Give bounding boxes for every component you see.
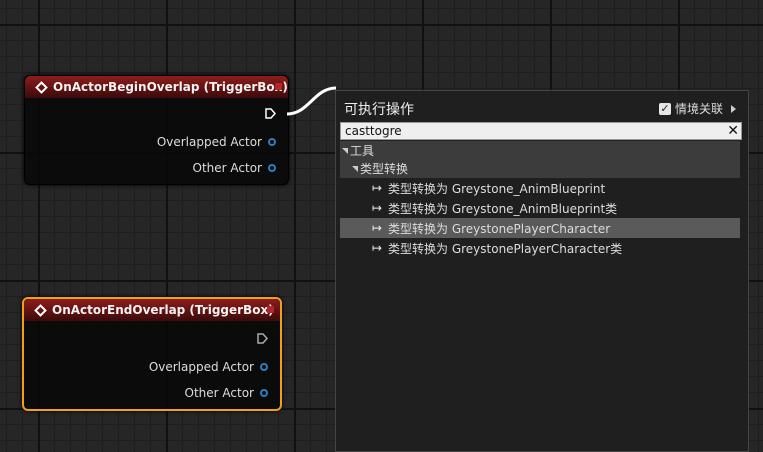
node-header[interactable]: OnActorEndOverlap (TriggerBox)	[24, 299, 280, 321]
exec-out-pin-icon[interactable]	[265, 108, 276, 119]
node-title: OnActorEndOverlap (TriggerBox)	[52, 303, 274, 317]
category-casting[interactable]: 类型转换	[340, 159, 740, 178]
pin-other-actor[interactable]: Other Actor	[193, 161, 276, 175]
action-item[interactable]: ↦ 类型转换为 Greystone_AnimBlueprint类	[340, 198, 740, 218]
delegate-pin-icon[interactable]	[275, 83, 282, 90]
action-label: 类型转换为 Greystone_AnimBlueprint类	[388, 201, 618, 216]
cast-arrow-icon: ↦	[372, 241, 383, 255]
action-item[interactable]: ↦ 类型转换为 Greystone_AnimBlueprint	[340, 178, 740, 198]
pin-label: Other Actor	[184, 386, 254, 400]
event-node-begin-overlap[interactable]: OnActorBeginOverlap (TriggerBox) Overlap…	[24, 75, 289, 185]
pin-label: Overlapped Actor	[148, 360, 254, 374]
category-label: 工具	[350, 144, 375, 158]
event-diamond-icon	[35, 80, 48, 94]
pin-overlapped-actor[interactable]: Overlapped Actor	[149, 360, 268, 374]
action-menu: 可执行操作 ✓ 情境关联 casttogre ✕ 工具 类型转换 ↦ 类型转换为…	[335, 90, 749, 452]
node-title: OnActorBeginOverlap (TriggerBox)	[53, 80, 288, 94]
search-input[interactable]: casttogre ✕	[340, 122, 742, 140]
exec-out-pin-icon[interactable]	[257, 333, 268, 344]
action-label: 类型转换为 GreystonePlayerCharacter	[388, 221, 611, 236]
pin-label: Overlapped Actor	[156, 135, 262, 149]
pin-label: Other Actor	[192, 161, 262, 175]
action-label: 类型转换为 GreystonePlayerCharacter类	[388, 241, 623, 256]
context-sensitive-toggle[interactable]: ✓ 情境关联	[658, 100, 736, 117]
object-pin-icon[interactable]	[268, 138, 276, 146]
menu-title: 可执行操作	[344, 102, 414, 118]
object-pin-icon[interactable]	[268, 164, 276, 172]
search-value[interactable]: casttogre	[345, 124, 402, 138]
object-pin-icon[interactable]	[260, 363, 268, 371]
action-item[interactable]: ↦ 类型转换为 GreystonePlayerCharacter类	[340, 238, 740, 258]
cast-arrow-icon: ↦	[372, 201, 383, 215]
context-label: 情境关联	[674, 102, 723, 116]
node-header[interactable]: OnActorBeginOverlap (TriggerBox)	[25, 76, 288, 98]
event-diamond-icon	[34, 303, 47, 317]
object-pin-icon[interactable]	[260, 389, 268, 397]
delegate-pin-icon[interactable]	[267, 306, 274, 313]
chevron-right-icon[interactable]	[731, 104, 736, 113]
checkbox-checked-icon[interactable]: ✓	[658, 102, 671, 115]
category-tools[interactable]: 工具	[340, 141, 740, 160]
pin-overlapped-actor[interactable]: Overlapped Actor	[157, 135, 276, 149]
event-node-end-overlap[interactable]: OnActorEndOverlap (TriggerBox) Overlappe…	[22, 297, 282, 411]
action-label: 类型转换为 Greystone_AnimBlueprint	[388, 181, 606, 196]
category-label: 类型转换	[360, 162, 409, 176]
cast-arrow-icon: ↦	[372, 221, 383, 235]
expand-triangle-icon[interactable]	[352, 165, 358, 172]
action-item-selected[interactable]: ↦ 类型转换为 GreystonePlayerCharacter	[340, 218, 740, 238]
cast-arrow-icon: ↦	[372, 181, 383, 195]
pin-other-actor[interactable]: Other Actor	[185, 386, 268, 400]
expand-triangle-icon[interactable]	[342, 147, 348, 154]
clear-search-icon[interactable]: ✕	[727, 123, 739, 139]
